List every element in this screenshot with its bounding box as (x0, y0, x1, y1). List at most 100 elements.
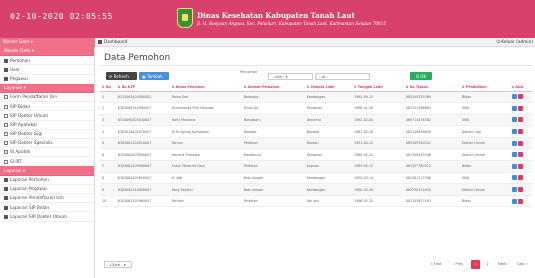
edit-icon[interactable] (511, 187, 517, 193)
tambah-button[interactable]: ▣ Tambah (139, 72, 169, 80)
table-cell: 1996-01-30 (352, 102, 404, 115)
datetime-display: 02-10-2020 02:05:55 (10, 12, 113, 21)
sidebar-item-8[interactable]: SIP Apoteker (0, 121, 94, 130)
table-cell: 9 (100, 183, 116, 196)
sidebar-item-6[interactable]: SIP Bidan (0, 102, 94, 112)
delete-icon[interactable] (517, 117, 523, 123)
table-cell: 6303060310990007 (115, 102, 170, 115)
table-cell: 6303061204910007 (115, 137, 170, 150)
table-cell: 6303061205890007 (115, 148, 170, 162)
column-header[interactable]: ⇅ No KTP (115, 83, 170, 92)
sidebar-section-13[interactable]: Laporan ▾ (0, 166, 94, 176)
table-cell: 7 (100, 160, 116, 173)
search-by-select[interactable]: - pilih - ▾ (268, 73, 313, 80)
page-next[interactable]: Next › (495, 260, 512, 269)
edit-icon[interactable] (511, 94, 517, 100)
page-last[interactable]: Last » (514, 260, 531, 269)
delete-icon[interactable] (517, 175, 523, 181)
sidebar-item-9[interactable]: SIP Dokter Gigi (0, 130, 94, 139)
column-header[interactable]: ⇅ Nama Pemohon (169, 83, 242, 92)
column-header[interactable]: ⇅ No (100, 83, 116, 92)
sidebar-item-label: SIP Dokter Umum (10, 113, 49, 119)
breadcrumb-dashboard[interactable]: Dashboard (104, 40, 127, 45)
edit-icon[interactable] (511, 152, 517, 158)
dashboard-icon (98, 40, 102, 44)
sidebar-item-7[interactable]: SIP Dokter Umum (0, 111, 94, 121)
column-header-label: Pendidikan (465, 84, 487, 89)
page-1[interactable]: 1 (471, 260, 480, 269)
table-cell: H. Adil (169, 172, 242, 185)
column-header[interactable]: ⇅ Tanggal Lahir (352, 83, 404, 92)
page-first[interactable]: « First (427, 260, 445, 269)
page-2[interactable]: 2 (483, 260, 492, 269)
refresh-button[interactable]: ⟳ Refresh (106, 72, 137, 80)
delete-icon[interactable] (517, 187, 523, 193)
action-cell (509, 148, 532, 162)
edit-icon[interactable] (511, 198, 517, 204)
table-cell: Sutuh Darocha Devi (169, 160, 242, 173)
edit-icon[interactable] (511, 140, 517, 146)
breadcrumb[interactable]: Dashboard (98, 40, 127, 45)
page-prev[interactable]: ‹ Prev (449, 260, 467, 269)
delete-icon[interactable] (517, 152, 523, 158)
table-cell: 1991-04-12 (352, 137, 404, 150)
sidebar-item-2[interactable]: User (0, 65, 94, 75)
column-header[interactable]: ⇅ Tempat Lahir (304, 83, 352, 92)
master-data-toggle[interactable]: Master Data ▾ (0, 38, 95, 47)
table-row: 3 6310090405830007 Hafiz Maulana Banjabaru A… (100, 114, 532, 127)
search-input[interactable]: - isi - (315, 73, 370, 80)
sidebar-item-17[interactable]: Laporan SIP Bidan (0, 203, 94, 213)
edit-icon[interactable] (511, 117, 517, 123)
action-cell (509, 137, 532, 150)
sidebar-item-14[interactable]: Laporan Pemohon (0, 176, 94, 185)
table-cell: 6303061403850007 (115, 172, 170, 185)
table-row: 10 6303061503960007 Fardian Pelaihari Atu-at… (100, 195, 532, 208)
sidebar-item-3[interactable]: Pegawai (0, 75, 94, 84)
delete-icon[interactable] (517, 198, 523, 204)
column-header[interactable]: ⇅ Aksi (509, 83, 532, 92)
edit-icon[interactable] (511, 129, 517, 135)
page-title: Data Pemohon (100, 50, 532, 66)
table-cell: Pindu Air (241, 102, 305, 115)
action-cell (509, 91, 532, 104)
sidebar-item-5[interactable]: Form Pendaftaran Izin (0, 93, 94, 103)
edit-icon[interactable] (511, 175, 517, 181)
sidebar-item-1[interactable]: Pemohon (0, 56, 94, 66)
sidebar-section-4[interactable]: Layanan ▾ (0, 83, 94, 93)
table-cell: 081349553346 (403, 148, 460, 162)
per-page-select[interactable]: - 10/hal - ▾ (104, 261, 132, 268)
search-ok-button[interactable]: Q OK (410, 72, 432, 80)
column-header[interactable]: ⇅ Pendidikan (460, 83, 510, 92)
delete-icon[interactable] (517, 140, 523, 146)
table-cell: 1987-02-10 (352, 125, 404, 138)
table-cell: 082238112455 (403, 183, 460, 196)
table-cell: Pangaron (304, 102, 352, 115)
sidebar-item-16[interactable]: Laporan Pendaftaran Izin (0, 194, 94, 204)
print-icon (4, 178, 8, 183)
table-row: 6 6303061205890007 Hendrik Prasetyo Martapu… (100, 148, 532, 162)
pagination: « First ‹ Prev 1 2 Next › Last » (427, 260, 532, 269)
sidebar-section-0[interactable]: Master Data ▾ (0, 47, 94, 57)
logout-label: Keluar (admin) (501, 40, 533, 46)
sidebar-item-11[interactable]: SI Apotek (0, 148, 94, 158)
table-cell: Batu Ampar (241, 172, 305, 185)
column-header[interactable]: ⇅ Alamat Pemohon (241, 83, 305, 92)
sidebar-item-15[interactable]: Laporan Pegawai (0, 185, 94, 194)
logout-link[interactable]: ⏻ Keluar (admin) (496, 40, 533, 45)
delete-icon[interactable] (517, 94, 523, 100)
delete-icon[interactable] (517, 163, 523, 169)
sidebar-item-10[interactable]: SIP Dokter Spesialis (0, 139, 94, 149)
table-cell: 081351996883 (403, 102, 460, 115)
column-header[interactable]: ⇅ No Telpon (403, 83, 460, 92)
sidebar-item-label: SIP Dokter Gigi (10, 132, 43, 138)
table-cell: Dokter Umum (460, 137, 510, 150)
table-cell: 3 (100, 114, 116, 127)
sidebar-item-12[interactable]: SI IRT (0, 157, 94, 167)
edit-icon[interactable] (511, 163, 517, 169)
delete-icon[interactable] (517, 105, 523, 111)
table-cell: SMA (460, 102, 510, 115)
edit-icon[interactable] (511, 105, 517, 111)
sidebar-item-18[interactable]: Laporan SIP Dokter Umum (0, 212, 94, 222)
table-cell: M.Fil Agung Kurniawan (169, 125, 242, 138)
delete-icon[interactable] (517, 129, 523, 135)
